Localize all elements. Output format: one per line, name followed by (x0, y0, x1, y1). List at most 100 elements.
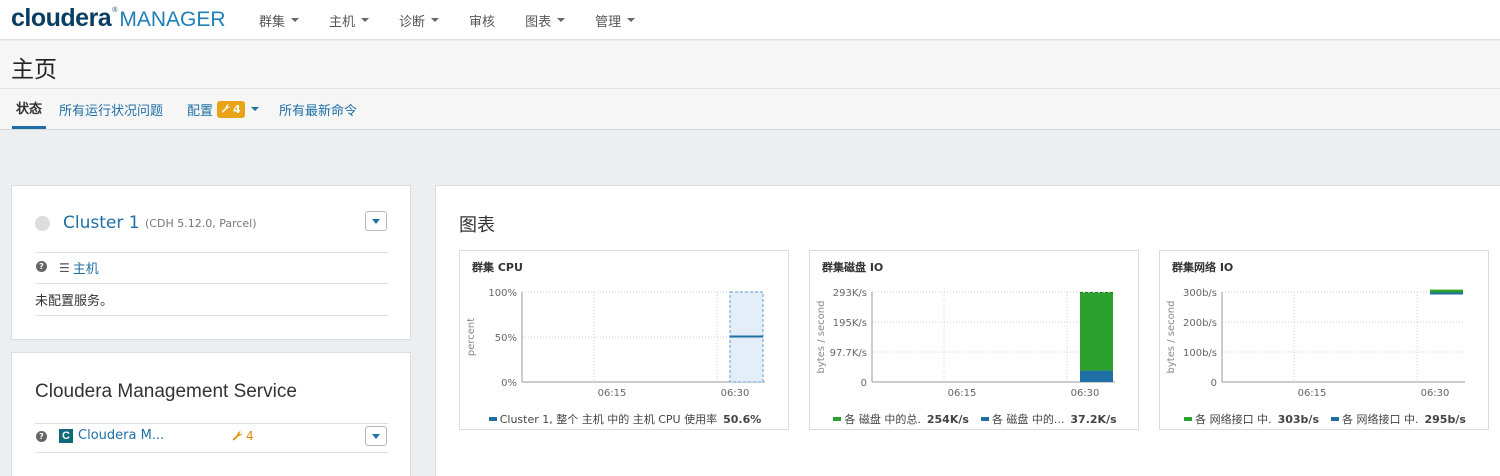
legend-item: 各 网络接口 中. 303b/s (1184, 411, 1319, 427)
legend-value: 295b/s (1424, 412, 1466, 426)
chevron-down-icon (557, 18, 566, 22)
legend-swatch (980, 417, 989, 421)
menu-label: 图表 (525, 14, 552, 30)
status-unknown-icon (35, 216, 50, 231)
y-tick-label: 97.7K/s (830, 348, 867, 359)
legend-label: 各 磁盘 中的总. (844, 413, 921, 426)
legend-label: 各 磁盘 中的... (991, 413, 1065, 426)
tab-recent-commands[interactable]: 所有最新命令 (279, 89, 357, 129)
menu-label: 管理 (595, 14, 622, 30)
chart-title: 群集 CPU (472, 261, 523, 274)
y-tick-label: 0% (501, 378, 517, 389)
menu-charts[interactable]: 图表 (510, 0, 580, 40)
management-service-title: Cloudera Management Service (35, 381, 297, 402)
chart-title: 群集网络 IO (1172, 261, 1234, 274)
menu-clusters[interactable]: 群集 (244, 0, 314, 40)
logo-registered-mark: ® (112, 7, 118, 14)
divider (35, 283, 388, 284)
y-axis-label: bytes / second (816, 301, 827, 374)
y-tick-label: 0 (861, 378, 867, 389)
legend-value: 37.2K/s (1070, 412, 1117, 426)
chevron-down-icon (627, 18, 636, 22)
chevron-down-icon (372, 218, 380, 224)
disk-read-area (1080, 292, 1113, 371)
chart-legend: 各 网络接口 中. 303b/s 各 网络接口 中. 295b/s (1160, 411, 1490, 427)
cluster-panel: Cluster 1 (CDH 5.12.0, Parcel) ? ☰ 主机 未配… (11, 185, 411, 340)
legend-label: 各 网络接口 中. (1342, 413, 1419, 426)
y-tick-label: 50% (495, 333, 517, 344)
legend-value: 254K/s (926, 412, 969, 426)
legend-swatch (833, 417, 842, 421)
menu-label: 审核 (469, 14, 496, 30)
management-service-panel: Cloudera Management Service ? C Cloudera… (11, 352, 411, 476)
legend-label: Cluster 1, 整个 主机 中的 主机 CPU 使用率 (499, 413, 718, 426)
cloudera-manager-logo[interactable]: cloudera ® MANAGER (11, 4, 226, 34)
charts-panel: 图表 群集 CPU 100% 50% 0% 06:15 06:30 percent Clu… (435, 185, 1500, 476)
menu-administration[interactable]: 管理 (580, 0, 650, 40)
y-tick-label: 195K/s (833, 318, 867, 329)
management-service-link[interactable]: C Cloudera M... (59, 428, 164, 443)
management-service-actions-dropdown[interactable] (365, 426, 387, 446)
chevron-down-icon (361, 18, 370, 22)
list-icon: ☰ (59, 260, 70, 275)
y-tick-label: 100b/s (1183, 348, 1217, 359)
charts-section-title: 图表 (459, 215, 495, 236)
chart-cluster-network-io[interactable]: 群集网络 IO 300b/s 200b/s 100b/s 0 06:15 06:30 byt… (1159, 250, 1489, 430)
tab-label: 所有运行状况问题 (59, 103, 164, 119)
chevron-down-icon (431, 18, 440, 22)
legend-swatch (488, 417, 497, 421)
x-tick-label: 06:15 (1298, 388, 1327, 399)
top-navbar: cloudera ® MANAGER 群集 主机 诊断 审核 图表 管理 (0, 0, 1500, 40)
y-tick-label: 100% (488, 288, 517, 299)
menu-audits[interactable]: 审核 (454, 0, 510, 40)
tab-configuration[interactable]: 配置 4 (187, 89, 259, 129)
chart-legend: 各 磁盘 中的总. 254K/s 各 磁盘 中的... 37.2K/s (810, 411, 1140, 427)
chevron-down-icon (372, 433, 380, 439)
cluster-actions-dropdown[interactable] (365, 211, 387, 231)
x-tick-label: 06:15 (598, 388, 627, 399)
logo-manager-word: MANAGER (119, 8, 226, 31)
chevron-down-icon (250, 107, 259, 111)
tab-health-issues[interactable]: 所有运行状况问题 (59, 89, 163, 129)
help-icon[interactable]: ? (36, 431, 47, 442)
legend-value: 50.6% (723, 412, 762, 426)
x-tick-label: 06:30 (1071, 388, 1100, 399)
legend-label: 各 网络接口 中. (1195, 413, 1272, 426)
legend-item: Cluster 1, 整个 主机 中的 主机 CPU 使用率 50.6% (488, 411, 762, 427)
page-title: 主页 (11, 57, 57, 83)
hosts-link[interactable]: ☰ 主机 (59, 258, 99, 278)
legend-swatch (1331, 417, 1339, 421)
main-menu: 群集 主机 诊断 审核 图表 管理 (244, 0, 650, 40)
legend-swatch (1184, 417, 1193, 421)
divider (35, 452, 388, 453)
legend-item: 各 磁盘 中的... 37.2K/s (980, 411, 1117, 427)
y-tick-label: 0 (1211, 378, 1217, 389)
menu-diagnostics[interactable]: 诊断 (384, 0, 454, 40)
wrench-icon (232, 430, 242, 440)
badge-count: 4 (233, 102, 241, 116)
x-tick-label: 06:15 (948, 388, 977, 399)
chart-title: 群集磁盘 IO (822, 261, 884, 274)
divider (35, 423, 388, 424)
x-tick-label: 06:30 (721, 388, 750, 399)
y-axis-label: bytes / second (1166, 301, 1177, 374)
chart-legend: Cluster 1, 整个 主机 中的 主机 CPU 使用率 50.6% (460, 411, 790, 427)
wrench-icon (221, 104, 231, 113)
menu-hosts[interactable]: 主机 (314, 0, 384, 40)
y-axis-label: percent (466, 318, 477, 356)
config-issues-count[interactable]: 4 (232, 429, 254, 443)
chart-cluster-disk-io[interactable]: 群集磁盘 IO 293K/s 195K/s 97.7K/s 0 06:15 06:30 by… (809, 250, 1139, 430)
cluster-disk-io-plot: 293K/s 195K/s 97.7K/s 0 06:15 06:30 bytes / se… (816, 288, 1115, 399)
divider (35, 315, 388, 316)
config-issues-number: 4 (246, 429, 254, 443)
home-tabs: 状态 所有运行状况问题 配置 4 所有最新命令 (0, 89, 1500, 130)
logo-word: cloudera (11, 4, 112, 32)
cluster-name-link[interactable]: Cluster 1 (63, 213, 140, 233)
menu-label: 群集 (259, 14, 286, 30)
tab-label: 状态 (16, 102, 43, 117)
management-service-link-label: Cloudera M... (78, 428, 165, 443)
cluster-version: (CDH 5.12.0, Parcel) (145, 217, 257, 230)
tab-status[interactable]: 状态 (12, 89, 47, 129)
help-icon[interactable]: ? (36, 261, 47, 272)
chart-cluster-cpu[interactable]: 群集 CPU 100% 50% 0% 06:15 06:30 percent Cluste… (459, 250, 789, 430)
